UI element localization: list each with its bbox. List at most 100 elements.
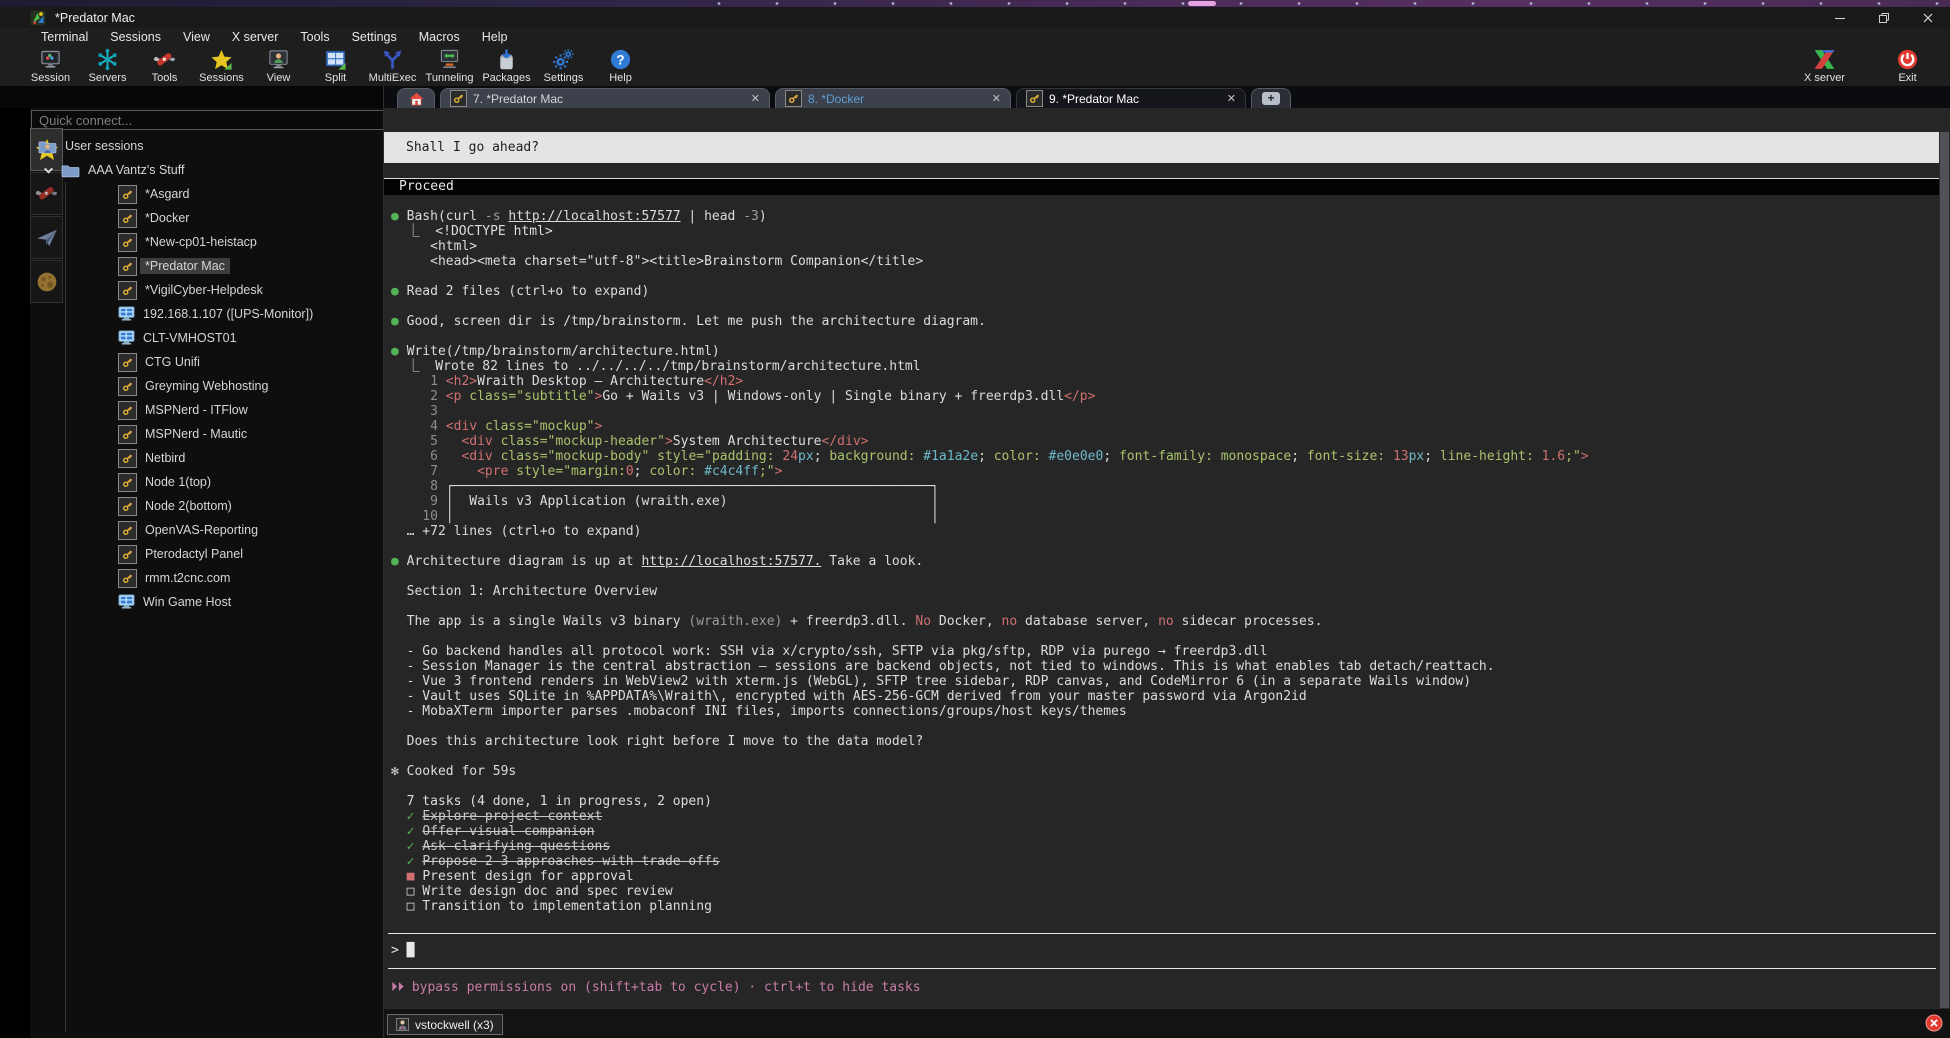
ssh-key-icon — [118, 401, 137, 420]
split-icon — [324, 47, 347, 71]
toolbar-tunneling-label: Tunneling — [426, 72, 474, 84]
tree-item-mspnerd-mautic[interactable]: MSPNerd - Mautic — [0, 422, 383, 446]
prompt-line[interactable]: > █ — [391, 940, 414, 962]
terminal-tab-7-predator-mac[interactable]: 7. *Predator Mac✕ — [440, 88, 770, 108]
tab-close-icon[interactable]: ✕ — [751, 92, 760, 105]
tree-item-win-game-host[interactable]: Win Game Host — [0, 590, 383, 614]
tree-item-pterodactyl-panel[interactable]: Pterodactyl Panel — [0, 542, 383, 566]
toolbar-multiexec-button[interactable]: MultiExec — [364, 46, 421, 84]
tab-close-icon[interactable]: ✕ — [992, 92, 1001, 105]
terminal-scrollbar[interactable] — [1939, 132, 1949, 1008]
tree-item-192-168-1-107-ups-monitor[interactable]: 192.168.1.107 ([UPS-Monitor]) — [0, 302, 383, 326]
menu-help[interactable]: Help — [471, 30, 519, 44]
menu-view[interactable]: View — [172, 30, 221, 44]
rdp-monitor-icon — [118, 594, 135, 610]
close-button[interactable] — [1906, 7, 1950, 28]
tree-item-new-cp01-heistacp[interactable]: *New-cp01-heistacp — [0, 230, 383, 254]
quick-connect-input[interactable] — [31, 110, 386, 130]
terminal-line — [391, 299, 1936, 314]
xserver-icon — [1812, 47, 1837, 71]
tab-close-icon[interactable]: ✕ — [1227, 92, 1236, 105]
tree-item-netbird[interactable]: Netbird — [0, 446, 383, 470]
chevron-down-icon[interactable] — [43, 165, 54, 176]
tree-item-label: Pterodactyl Panel — [145, 547, 243, 561]
terminal-tab-9-predator-mac[interactable]: 9. *Predator Mac✕ — [1016, 88, 1246, 108]
tree-item-greyming-webhosting[interactable]: Greyming Webhosting — [0, 374, 383, 398]
terminal-line: 7 <pre style="margin:0; color: #c4c4ff;"… — [391, 464, 1936, 479]
toolbar-help-button[interactable]: ?Help — [592, 46, 649, 84]
tree-item-mspnerd-itflow[interactable]: MSPNerd - ITFlow — [0, 398, 383, 422]
menu-settings[interactable]: Settings — [341, 30, 408, 44]
toolbar-session-button[interactable]: Session — [22, 46, 79, 84]
terminal-line — [391, 569, 1936, 584]
toolbar-tools-button[interactable]: Tools — [136, 46, 193, 84]
toolbar-sessions-button[interactable]: Sessions — [193, 46, 250, 84]
terminal-line: ● Architecture diagram is up at http://l… — [391, 554, 1936, 569]
terminal-line: Section 1: Architecture Overview — [391, 584, 1936, 599]
terminal[interactable]: Shall I go ahead? Proceed ● Bash(curl -s… — [384, 108, 1950, 1008]
menu-terminal[interactable]: Terminal — [30, 30, 99, 44]
tree-item-node-2-bottom[interactable]: Node 2(bottom) — [0, 494, 383, 518]
session-tree: User sessionsAAA Vantz's Stuff*Asgard*Do… — [0, 134, 383, 614]
terminal-line: - Session Manager is the central abstrac… — [391, 659, 1936, 674]
toolbar-tunneling-button[interactable]: Tunneling — [421, 46, 478, 84]
terminal-line: - Go backend handles all protocol work: … — [391, 644, 1936, 659]
terminal-line: 7 tasks (4 done, 1 in progress, 2 open) — [391, 794, 1936, 809]
restore-button[interactable] — [1862, 7, 1906, 28]
terminal-line: ✓ Offer visual companion — [391, 824, 1936, 839]
toolbar-view-button[interactable]: View — [250, 46, 307, 84]
terminal-line: □ Write design doc and spec review — [391, 884, 1936, 899]
tree-root-user-sessions[interactable]: User sessions — [0, 134, 383, 158]
toolbar-x-server-button[interactable]: X server — [1796, 46, 1853, 84]
tab-label: 8. *Docker — [808, 92, 980, 106]
terminal-line: ✓ Propose 2-3 approaches with trade-offs — [391, 854, 1936, 869]
tree-item-label: *New-cp01-heistacp — [145, 235, 257, 249]
ssh-key-icon — [118, 209, 137, 228]
terminal-line: ■ Present design for approval — [391, 869, 1936, 884]
menu-x-server[interactable]: X server — [221, 30, 290, 44]
status-close-icon[interactable] — [1925, 1014, 1943, 1032]
toolbar-settings-button[interactable]: Settings — [535, 46, 592, 84]
toolbar-packages-label: Packages — [482, 72, 530, 84]
terminal-line: 5 <div class="mockup-header">System Arch… — [391, 434, 1936, 449]
tree-item-docker[interactable]: *Docker — [0, 206, 383, 230]
terminal-line: 8 ┌─────────────────────────────────────… — [391, 479, 1936, 494]
menu-tools[interactable]: Tools — [289, 30, 340, 44]
terminal-tab-8-docker[interactable]: 8. *Docker ✕ — [775, 88, 1011, 108]
tree-item-openvas-reporting[interactable]: OpenVAS-Reporting — [0, 518, 383, 542]
terminal-line: ✓ Explore project context — [391, 809, 1936, 824]
tree-group-aaa-vantz-s-stuff[interactable]: AAA Vantz's Stuff — [0, 158, 383, 182]
tree-item-node-1-top[interactable]: Node 1(top) — [0, 470, 383, 494]
menu-sessions[interactable]: Sessions — [99, 30, 172, 44]
proceed-option[interactable]: Proceed — [384, 178, 1939, 195]
new-tab-button[interactable]: + — [1251, 88, 1291, 108]
tree-item-label: Node 1(top) — [145, 475, 211, 489]
tree-item-label: *VigilCyber-Helpdesk — [145, 283, 263, 297]
settings-icon — [552, 47, 575, 71]
minimize-button[interactable] — [1818, 7, 1862, 28]
help-icon: ? — [609, 47, 632, 71]
toolbar-session-label: Session — [31, 72, 70, 84]
toolbar-packages-button[interactable]: Packages — [478, 46, 535, 84]
toolbar-servers-button[interactable]: Servers — [79, 46, 136, 84]
tree-item-ctg-unifi[interactable]: CTG Unifi — [0, 350, 383, 374]
tree-item-predator-mac[interactable]: *Predator Mac — [0, 254, 383, 278]
ssh-key-icon — [118, 257, 137, 276]
toolbar-split-button[interactable]: Split — [307, 46, 364, 84]
menu-macros[interactable]: Macros — [408, 30, 471, 44]
session-icon — [39, 47, 62, 71]
toolbar-tools-label: Tools — [152, 72, 178, 84]
tree-item-rmm-t2cnc-com[interactable]: rmm.t2cnc.com — [0, 566, 383, 590]
terminal-line: ✓ Ask clarifying questions — [391, 839, 1936, 854]
session-user-chip[interactable]: vstockwell (x3) — [387, 1014, 503, 1035]
tree-item-label: OpenVAS-Reporting — [145, 523, 258, 537]
tree-item-vigilcyber-helpdesk[interactable]: *VigilCyber-Helpdesk — [0, 278, 383, 302]
terminal-line: The app is a single Wails v3 binary (wra… — [391, 614, 1936, 629]
tree-item-clt-vmhost01[interactable]: CLT-VMHOST01 — [0, 326, 383, 350]
tree-item-label: *Predator Mac — [140, 258, 230, 274]
permissions-status-line: ⏵⏵ bypass permissions on (shift+tab to c… — [391, 980, 921, 996]
toolbar-exit-button[interactable]: Exit — [1879, 46, 1936, 84]
tree-item-label: CLT-VMHOST01 — [143, 331, 237, 345]
tab-home[interactable] — [397, 88, 435, 108]
tree-item-asgard[interactable]: *Asgard — [0, 182, 383, 206]
